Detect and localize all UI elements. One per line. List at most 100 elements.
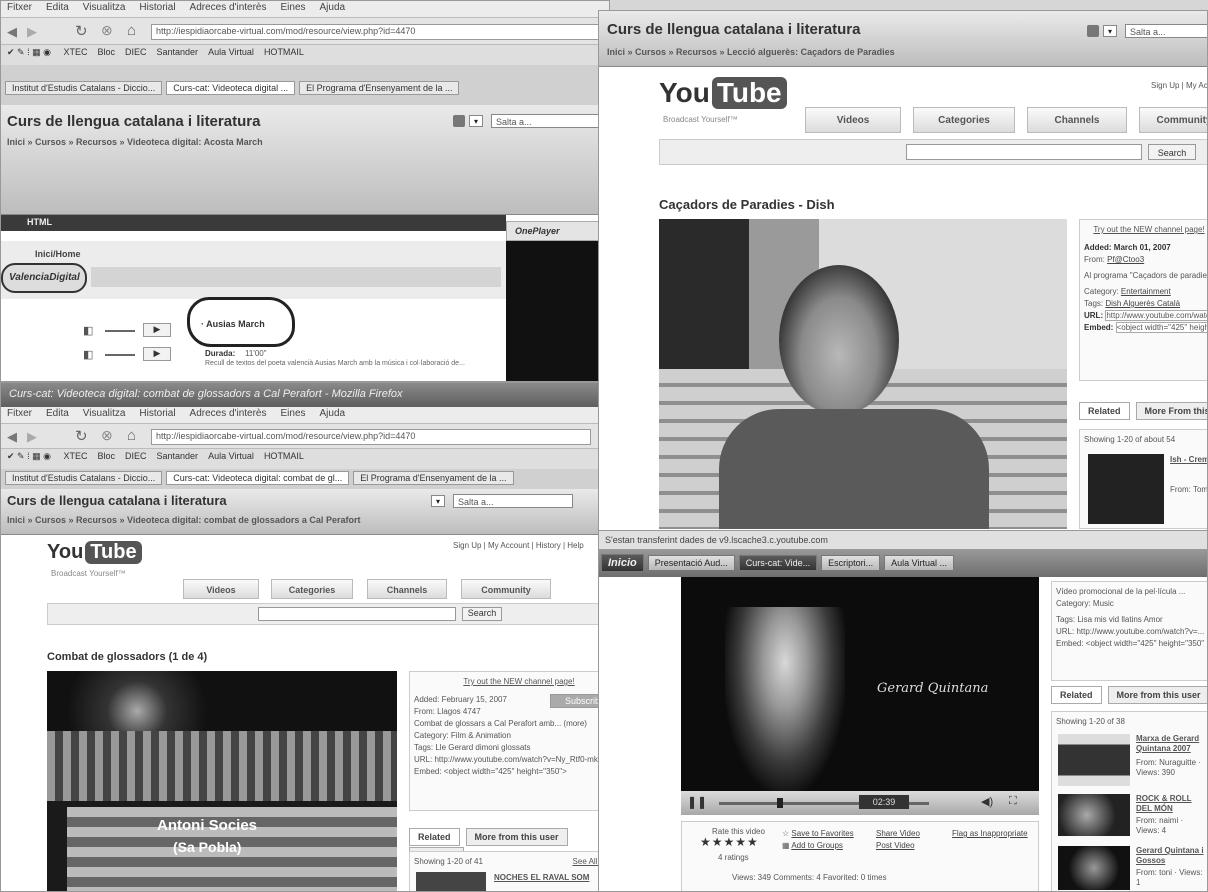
bookmark-aula-virtual[interactable]: Aula Virtual [208, 47, 254, 57]
video-embed[interactable]: Embed: <object width="425" height="350"> [414, 766, 604, 778]
tab-channels[interactable]: Channels [1027, 107, 1127, 133]
related-thumbnail[interactable] [1088, 454, 1164, 524]
related-title[interactable]: ROCK & ROLL DEL MÓN [1136, 794, 1207, 814]
speaker-icon[interactable]: ◧ [83, 348, 93, 361]
search-input[interactable] [906, 144, 1142, 160]
signup-links[interactable]: Sign Up | My Account | History | Help [1151, 81, 1207, 90]
progress-handle[interactable] [777, 798, 783, 808]
tab-categories[interactable]: Categories [271, 579, 353, 599]
reload-icon[interactable]: ↻ [75, 22, 88, 40]
address-bar[interactable]: http://iespidiaorcabe-virtual.com/mod/re… [151, 429, 591, 445]
flag-video[interactable]: Flag as Inappropriate [952, 828, 1032, 840]
menu-tools[interactable]: Eines [281, 2, 306, 13]
tab-iec[interactable]: Institut d'Estudis Catalans - Diccio... [5, 81, 163, 95]
tags-value[interactable]: Dish Alguerès Català [1105, 299, 1180, 308]
stop-icon[interactable]: ⊗ [101, 22, 113, 39]
tab-more-from-user[interactable]: More from this user [465, 828, 568, 846]
back-icon[interactable]: ◀ [7, 24, 17, 40]
search-button[interactable]: Search [462, 607, 502, 621]
forward-icon[interactable]: ▶ [27, 24, 37, 40]
tab-more-from-user[interactable]: More from this user [1107, 686, 1207, 704]
tab-categories[interactable]: Categories [913, 107, 1015, 133]
action-save[interactable]: ☆ Save to Favorites [782, 828, 854, 840]
tab-related[interactable]: Related [1051, 686, 1102, 704]
tab-videos[interactable]: Videos [183, 579, 259, 599]
share-video[interactable]: Share Video [876, 828, 920, 840]
menu-history[interactable]: Historial [139, 2, 175, 13]
menu-bookmarks[interactable]: Adreces d'interès [190, 2, 267, 13]
menu-tools[interactable]: Eines [281, 408, 306, 419]
bookmark-santander[interactable]: Santander [157, 451, 199, 461]
menu-history[interactable]: Historial [139, 408, 175, 419]
lang-arrow-icon[interactable]: ▾ [1103, 25, 1117, 37]
post-video[interactable]: Post Video [876, 840, 915, 852]
menu-edit[interactable]: Edita [46, 408, 69, 419]
home-icon[interactable]: ⌂ [127, 22, 136, 39]
bookmark-bloc[interactable]: Bloc [97, 451, 115, 461]
volume-slider[interactable] [105, 354, 135, 356]
start-button[interactable]: Inicio [601, 554, 644, 572]
tab-videoteca[interactable]: Curs-cat: Videoteca digital: combat de g… [166, 471, 350, 485]
signup-links[interactable]: Sign Up | My Account | History | Help [453, 541, 584, 550]
reload-icon[interactable]: ↻ [75, 427, 88, 445]
tab-programa[interactable]: El Programa d'Ensenyament de la ... [299, 81, 460, 95]
video-player[interactable]: Antoni Socies (Sa Pobla) [47, 671, 397, 891]
related-title[interactable]: Gerard Quintana i Gossos [1136, 846, 1207, 866]
stop-icon[interactable]: ⊗ [101, 427, 113, 444]
video-player[interactable] [659, 219, 1067, 529]
taskbar-item-curs-cat[interactable]: Curs-cat: Vide... [738, 555, 818, 571]
volume-slider[interactable] [105, 330, 135, 332]
jump-to-select[interactable]: Salta a... [453, 494, 573, 508]
fullscreen-icon[interactable]: ⛶ [1009, 795, 1017, 808]
bookmark-diec[interactable]: DIEC [125, 47, 147, 57]
video-url[interactable]: URL: http://www.youtube.com/watch?v=... [1056, 626, 1204, 638]
tab-related[interactable]: Related [409, 828, 460, 846]
bookmark-xtec[interactable]: XTEC [63, 47, 87, 57]
related-thumbnail[interactable] [416, 872, 486, 891]
try-new-channel-link[interactable]: Try out the NEW channel page! [1084, 224, 1207, 236]
play-button-1[interactable]: ▶ [143, 323, 171, 337]
save-to-favorites[interactable]: Save to Favorites [791, 829, 853, 838]
related-title[interactable]: Ish - Cremat [1170, 454, 1207, 466]
add-to-groups[interactable]: Add to Groups [791, 841, 843, 850]
back-icon[interactable]: ◀ [7, 429, 17, 445]
tab-videoteca[interactable]: Curs-cat: Videoteca digital ... [166, 81, 296, 95]
related-title[interactable]: NOCHES EL RAVAL SOM [494, 872, 589, 884]
from-user[interactable]: Pf@Ctoo3 [1107, 255, 1144, 264]
tab-more-from-user[interactable]: More From this User [1135, 402, 1207, 420]
category-value[interactable]: Entertainment [1121, 287, 1171, 296]
player-area[interactable] [506, 241, 609, 381]
bookmark-hotmail[interactable]: HOTMAIL [264, 451, 304, 461]
menu-help[interactable]: Ajuda [320, 2, 346, 13]
menu-view[interactable]: Visualitza [83, 2, 126, 13]
lang-arrow-icon[interactable]: ▾ [431, 495, 445, 507]
related-thumbnail[interactable] [1058, 846, 1130, 890]
menu-file[interactable]: Fitxer [7, 408, 32, 419]
related-thumbnail[interactable] [1058, 734, 1130, 786]
video-embed[interactable]: Embed: <object width="425" height="350"> [1056, 638, 1204, 650]
bookmark-xtec[interactable]: XTEC [63, 451, 87, 461]
taskbar-item-aula-virtual[interactable]: Aula Virtual ... [884, 555, 955, 571]
related-title[interactable]: Marxa de Gerard Quintana 2007 [1136, 734, 1207, 754]
taskbar-item-presentacio[interactable]: Presentació Aud... [647, 555, 735, 571]
play-pause-icon[interactable]: ❚❚ [687, 795, 707, 809]
url-value[interactable]: http://www.youtube.com/watch?v=... [1105, 310, 1207, 321]
tab-programa[interactable]: El Programa d'Ensenyament de la ... [353, 471, 514, 485]
home-link[interactable]: Inici/Home [35, 249, 81, 259]
taskbar-item-escriptori[interactable]: Escriptori... [821, 555, 881, 571]
tab-community[interactable]: Community [461, 579, 551, 599]
bookmark-diec[interactable]: DIEC [125, 451, 147, 461]
speaker-icon[interactable]: ◧ [83, 324, 93, 337]
tab-videos[interactable]: Videos [805, 107, 901, 133]
volume-icon[interactable]: ◀) [981, 795, 993, 808]
bookmark-santander[interactable]: Santander [157, 47, 199, 57]
try-new-channel-link[interactable]: Try out the NEW channel page! [414, 676, 604, 688]
related-thumbnail[interactable] [1058, 794, 1130, 836]
search-input[interactable] [258, 607, 456, 621]
rating-stars[interactable]: ★★★★★ [700, 836, 759, 848]
bookmark-bloc[interactable]: Bloc [97, 47, 115, 57]
menu-edit[interactable]: Edita [46, 2, 69, 13]
embed-value[interactable]: <object width="425" height="350"> [1115, 322, 1207, 333]
jump-to-select[interactable]: Salta a... [1125, 24, 1207, 38]
tab-community[interactable]: Community [1139, 107, 1207, 133]
